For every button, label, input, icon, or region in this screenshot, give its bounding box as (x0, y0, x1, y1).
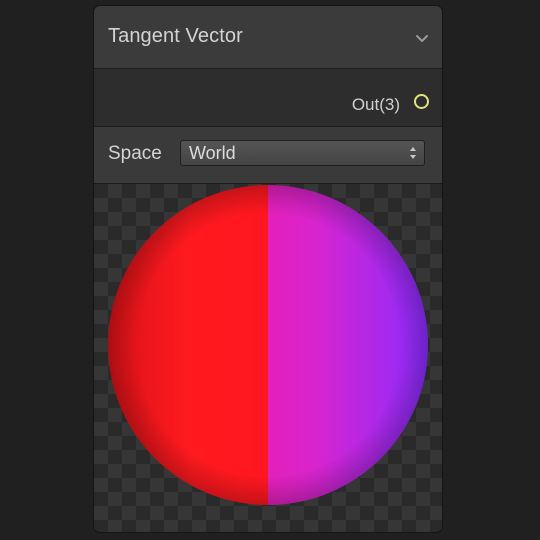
preview-sphere-canvas (108, 185, 428, 505)
preview-sphere-shading (108, 185, 428, 505)
space-dropdown[interactable]: World (180, 140, 425, 166)
chevron-down-icon (416, 34, 428, 42)
preview-area (94, 184, 442, 532)
space-dropdown-value: World (189, 143, 236, 163)
output-port-label: Out(3) (351, 95, 400, 114)
space-control-row: Space World (94, 127, 442, 184)
tangent-vector-node[interactable]: Tangent Vector Out(3) Space World (93, 5, 443, 533)
collapse-button[interactable] (410, 27, 434, 49)
output-ports-row: Out(3) (94, 69, 442, 127)
node-title: Tangent Vector (108, 25, 243, 47)
space-label: Space (108, 143, 162, 164)
output-port-connector[interactable] (414, 94, 429, 109)
dropdown-arrows-icon (410, 147, 416, 159)
node-header[interactable]: Tangent Vector (94, 6, 442, 69)
